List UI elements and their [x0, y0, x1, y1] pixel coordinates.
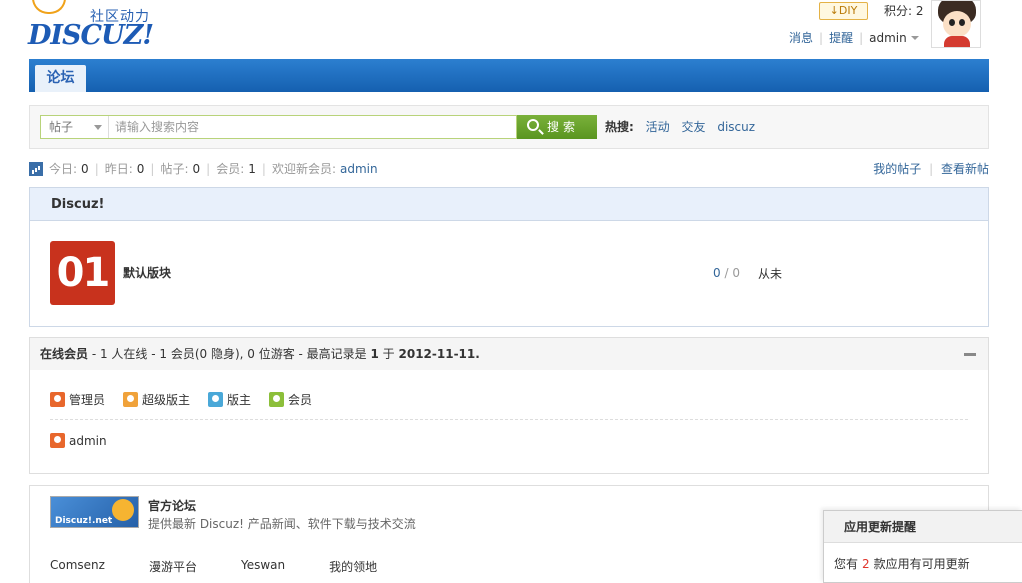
online-header: 在线会员 - 1 人在线 - 1 会员(0 隐身), 0 位游客 - 最高记录是…	[30, 338, 988, 370]
new-posts-link[interactable]: 查看新帖	[941, 162, 989, 176]
legend-item: 会员	[269, 391, 312, 408]
online-summary: - 1 人在线 - 1 会员(0 隐身), 0 位游客 - 最高记录是	[88, 347, 371, 361]
stat-yesterday: 0	[136, 161, 145, 176]
notices-link[interactable]: 提醒	[829, 29, 853, 46]
forum-stats: 今日: 0 | 昨日: 0 | 帖子: 0 | 会员: 1 | 欢迎新会员: admin	[29, 160, 378, 177]
popup-title: 应用更新提醒	[824, 511, 1022, 543]
search-input[interactable]	[109, 116, 517, 138]
last-post: 从未	[758, 267, 783, 281]
online-user-link[interactable]: admin	[69, 434, 107, 448]
diy-button[interactable]: ↓DIY	[819, 2, 868, 20]
logo-bulb-icon	[32, 0, 66, 14]
stat-posts: 0	[192, 161, 201, 176]
chevron-down-icon[interactable]	[910, 35, 919, 40]
official-forum-desc: 提供最新 Discuz! 产品新闻、软件下载与技术交流	[148, 517, 416, 531]
my-posts-link[interactable]: 我的帖子	[873, 162, 921, 176]
newest-member-link[interactable]: admin	[340, 162, 378, 176]
app-update-popup[interactable]: 应用更新提醒 您有 2 款应用有可用更新	[823, 510, 1022, 583]
friend-link[interactable]: 我的领地	[329, 558, 377, 575]
post-count: 0	[732, 266, 740, 280]
username-menu[interactable]: admin	[869, 31, 907, 45]
chevron-down-icon	[94, 125, 102, 130]
legend-item: 版主	[208, 391, 251, 408]
user-icon	[50, 392, 65, 407]
update-count: 2	[862, 557, 870, 571]
discuz-net-logo[interactable]: Discuz!.net	[50, 496, 139, 528]
points-display[interactable]: 积分: 2	[884, 2, 924, 19]
legend-item: 管理员	[50, 391, 105, 408]
hot-search-item[interactable]: discuz	[717, 120, 755, 134]
user-links: 消息 | 提醒 | admin	[789, 29, 919, 46]
forum-category: Discuz! 01 默认版块 0 / 0 从未	[29, 187, 989, 327]
divider	[50, 419, 968, 420]
friend-link[interactable]: Comsenz	[50, 558, 105, 575]
member-legend: 管理员 超级版主 版主 会员	[50, 391, 330, 408]
stat-members: 1	[248, 161, 256, 176]
category-title[interactable]: Discuz!	[30, 188, 988, 221]
search-type-select[interactable]: 帖子	[41, 116, 109, 138]
user-icon	[123, 392, 139, 407]
online-title[interactable]: 在线会员	[40, 347, 88, 361]
forum-counts: 0 / 0	[713, 266, 740, 280]
avatar[interactable]	[931, 0, 981, 48]
record-date: 2012-11-11.	[398, 347, 480, 361]
friend-links: Comsenz 漫游平台 Yeswan 我的领地	[50, 558, 421, 575]
online-user: admin	[50, 433, 107, 448]
discuz-net-logo-text: Discuz!.net	[55, 516, 113, 526]
main-nav: 论坛	[29, 59, 989, 92]
search-button-label: 搜索	[547, 120, 580, 134]
record-count: 1	[370, 347, 379, 361]
hot-search-item[interactable]: 交友	[681, 120, 705, 134]
user-icon	[50, 433, 65, 448]
popup-body: 您有 2 款应用有可用更新	[834, 557, 970, 571]
friend-link[interactable]: 漫游平台	[149, 558, 197, 575]
search-button[interactable]: 搜索	[517, 115, 597, 139]
hot-search-item[interactable]: 活动	[646, 120, 670, 134]
official-forum-link[interactable]: 官方论坛	[148, 497, 196, 514]
diy-label: DIY	[838, 4, 858, 17]
hot-search: 热搜: 活动 交友 discuz	[605, 118, 763, 135]
thread-count: 0	[713, 266, 721, 280]
user-icon	[208, 392, 224, 407]
hot-search-label: 热搜:	[605, 120, 634, 134]
online-members-panel: 在线会员 - 1 人在线 - 1 会员(0 隐身), 0 位游客 - 最高记录是…	[29, 337, 989, 474]
tab-forum[interactable]: 论坛	[35, 65, 86, 92]
search-type-label: 帖子	[49, 120, 74, 134]
forum-icon[interactable]: 01	[50, 241, 115, 305]
user-icon	[269, 392, 285, 407]
stat-today: 0	[81, 161, 89, 176]
messages-link[interactable]: 消息	[789, 29, 813, 46]
quick-links: 我的帖子 | 查看新帖	[873, 162, 989, 176]
stats-chart-icon	[29, 161, 43, 176]
site-logo[interactable]: 社区动力 DISCUZ!	[28, 0, 163, 54]
forum-name-link[interactable]: 默认版块	[123, 264, 171, 281]
search-bar: 帖子 搜索 热搜: 活动 交友 discuz	[29, 105, 989, 149]
friend-link[interactable]: Yeswan	[241, 558, 285, 575]
legend-item: 超级版主	[123, 391, 190, 408]
search-box: 帖子	[40, 115, 517, 139]
search-icon	[527, 119, 539, 131]
separator: |	[859, 30, 864, 45]
separator: |	[819, 30, 824, 45]
logo-word: DISCUZ!	[28, 20, 154, 51]
collapse-icon[interactable]	[964, 353, 976, 356]
